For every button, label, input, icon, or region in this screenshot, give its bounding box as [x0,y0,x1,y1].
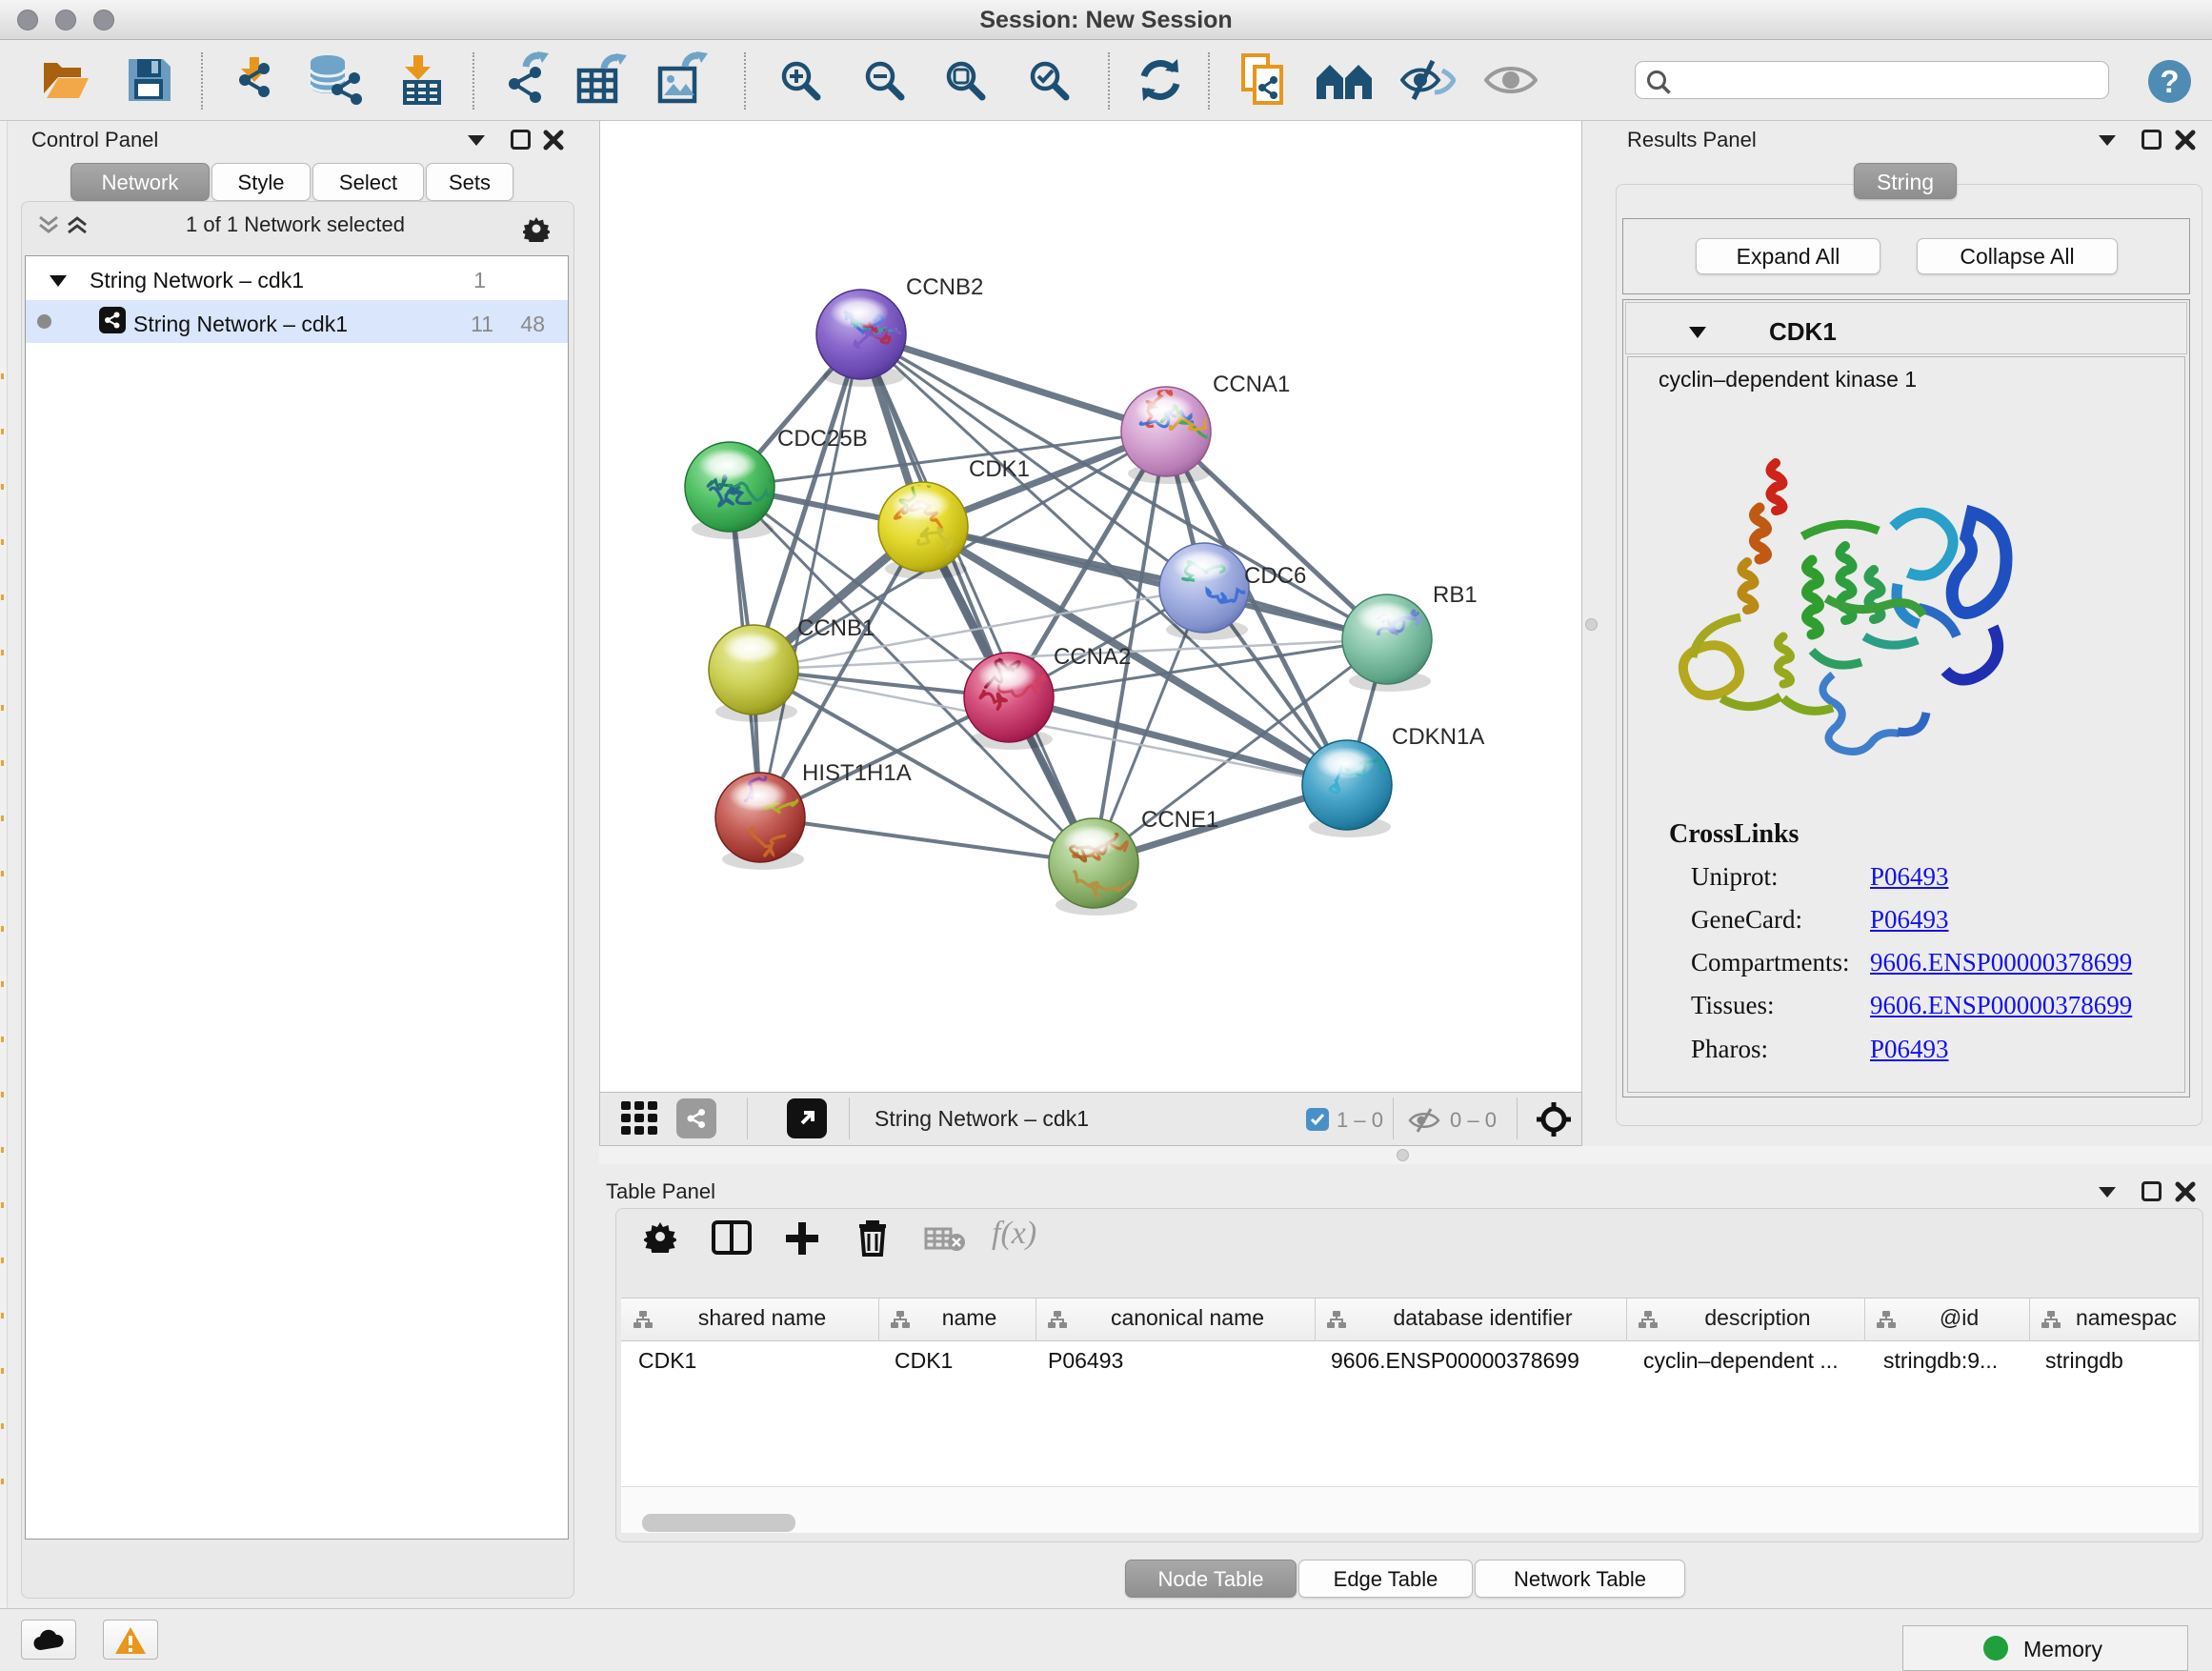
svg-text:CCNA1: CCNA1 [1213,372,1290,397]
svg-text:CCNE1: CCNE1 [1141,807,1218,833]
svg-text:CDC25B: CDC25B [777,426,868,452]
svg-text:RB1: RB1 [1433,582,1478,608]
svg-text:CCNA2: CCNA2 [1054,644,1131,670]
svg-text:CDKN1A: CDKN1A [1392,724,1484,750]
svg-text:CCNB1: CCNB1 [797,615,875,641]
svg-text:HIST1H1A: HIST1H1A [802,760,912,786]
svg-text:CCNB2: CCNB2 [906,274,983,300]
svg-text:CDC6: CDC6 [1244,563,1306,589]
svg-text:CDK1: CDK1 [969,456,1030,482]
